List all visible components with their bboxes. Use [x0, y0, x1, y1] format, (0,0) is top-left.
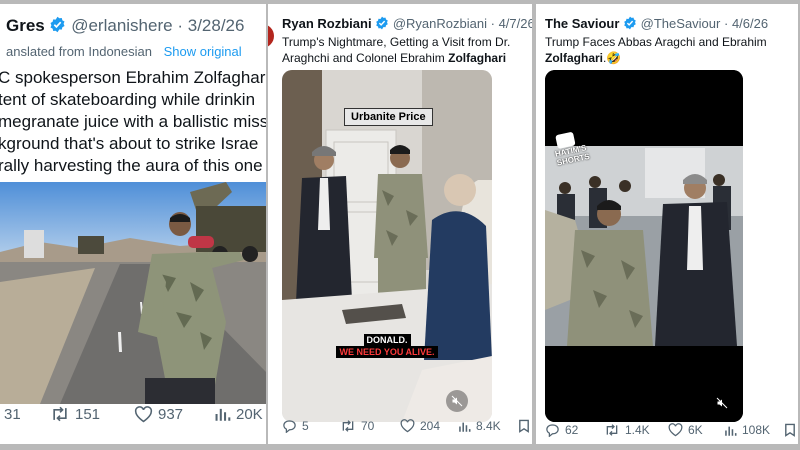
post-image-soldier-road[interactable] — [0, 182, 266, 404]
repost-icon — [342, 420, 354, 432]
author-handle[interactable]: @TheSaviour — [641, 16, 721, 31]
translation-note: anslated from Indonesian Show original — [6, 44, 242, 59]
post-text-line: Zolfaghari.🤣 — [545, 50, 767, 66]
post-text-bold: Zolfaghari — [545, 51, 604, 65]
sign-label: Urbanite Price — [344, 108, 433, 126]
separator-dot: · — [177, 16, 183, 35]
like-button[interactable]: 937 — [134, 406, 183, 423]
reply-icon — [283, 420, 296, 433]
reply-count: 31 — [4, 405, 21, 423]
post-card-ryan[interactable]: Ryan Rozbiani @RyanRozbiani · 4/7/26 Tru… — [268, 4, 532, 444]
author-name[interactable]: The Saviour — [545, 16, 619, 31]
like-count: 204 — [420, 419, 441, 433]
heart-icon — [668, 423, 683, 437]
repost-icon — [53, 406, 67, 422]
bookmark-button[interactable] — [784, 423, 796, 437]
reply-count: 5 — [302, 419, 309, 433]
post-header: Gres @erlanishere · 3/28/26 — [6, 16, 266, 38]
verified-badge-icon — [375, 16, 389, 33]
heart-icon — [400, 419, 415, 433]
views-button[interactable]: 108K — [724, 423, 770, 437]
post-text-segment: Araghchi and Colonel Ebrahim — [282, 51, 449, 65]
subtitle-line: DONALD. — [363, 334, 411, 346]
verified-badge-icon — [49, 16, 66, 38]
translated-label: anslated from Indonesian — [6, 44, 152, 59]
post-header: The Saviour @TheSaviour · 4/6/26 — [545, 16, 798, 33]
post-text-line: kground that's about to strike Israe — [0, 134, 259, 153]
bookmark-icon — [785, 423, 795, 437]
post-text: Trump's Nightmare, Getting a Visit from … — [282, 34, 510, 66]
verified-badge-icon — [623, 16, 637, 33]
post-video-bedroom[interactable]: Urbanite Price DONALD. WE NEED YOU ALIVE… — [282, 70, 492, 422]
post-text: Trump Faces Abbas Aragchi and Ebrahim Zo… — [545, 34, 767, 66]
post-date[interactable]: 4/6/26 — [732, 16, 768, 31]
post-text-line: Trump's Nightmare, Getting a Visit from … — [282, 35, 511, 49]
author-name[interactable]: Ryan Rozbiani — [282, 16, 372, 31]
like-count: 937 — [158, 405, 184, 423]
views-count: 108K — [742, 423, 771, 437]
screenshot-collage: Gres @erlanishere · 3/28/26 anslated fro… — [0, 0, 800, 450]
post-text-segment: .🤣 — [603, 51, 622, 65]
repost-button[interactable]: 70 — [340, 419, 374, 433]
post-text-line: Araghchi and Colonel Ebrahim Zolfaghari — [282, 50, 510, 66]
post-video-diplomats[interactable]: HATIM'S SHORTS — [545, 70, 743, 422]
subtitle-line: WE NEED YOU ALIVE. — [336, 346, 438, 358]
author-handle[interactable]: @RyanRozbiani — [393, 16, 487, 31]
repost-button[interactable]: 1.4K — [604, 423, 650, 437]
post-date[interactable]: 4/7/26 — [499, 16, 532, 31]
post-header: Ryan Rozbiani @RyanRozbiani · 4/7/26 — [282, 16, 532, 33]
post-text-line: Trump Faces Abbas Aragchi and Ebrahim — [545, 35, 767, 49]
views-button[interactable]: 8.4K — [458, 419, 501, 433]
repost-count: 151 — [75, 405, 101, 423]
views-count: 8.4K — [476, 419, 501, 433]
post-text-bold: Zolfaghari — [448, 51, 507, 65]
mute-icon[interactable] — [711, 392, 733, 414]
post-text-line: rally harvesting the aura of this one — [0, 156, 263, 175]
views-icon — [215, 408, 231, 421]
post-card-gres[interactable]: Gres @erlanishere · 3/28/26 anslated fro… — [0, 4, 266, 444]
views-count: 20K — [236, 405, 263, 423]
repost-icon — [606, 424, 618, 436]
show-original-link[interactable]: Show original — [164, 44, 242, 59]
post-text-line: C spokesperson Ebrahim Zolfaghar — [0, 68, 266, 87]
views-icon — [459, 422, 471, 432]
reply-button[interactable]: 31 — [4, 406, 21, 423]
heart-icon — [134, 405, 153, 422]
like-button[interactable]: 204 — [400, 419, 440, 433]
post-text-line: tent of skateboarding while drinkin — [0, 90, 256, 109]
avatar[interactable] — [268, 24, 274, 48]
like-button[interactable]: 6K — [668, 423, 703, 437]
views-icon — [725, 426, 737, 436]
author-name[interactable]: Gres — [6, 16, 45, 35]
author-handle[interactable]: @erlanishere — [71, 16, 172, 35]
bookmark-button[interactable] — [518, 419, 530, 433]
post-date[interactable]: 3/28/26 — [188, 16, 245, 35]
repost-count: 1.4K — [625, 423, 650, 437]
reply-icon — [546, 424, 559, 437]
reply-button[interactable]: 5 — [282, 419, 309, 433]
separator-dot: · — [490, 16, 495, 31]
repost-button[interactable]: 151 — [50, 405, 100, 423]
mute-icon[interactable] — [446, 390, 468, 412]
post-card-saviour[interactable]: The Saviour @TheSaviour · 4/6/26 Trump F… — [536, 4, 798, 444]
views-button[interactable]: 20K — [214, 406, 263, 423]
repost-count: 70 — [361, 419, 375, 433]
bookmark-icon — [519, 419, 529, 433]
reply-count: 62 — [565, 423, 579, 437]
reply-button[interactable]: 62 — [545, 423, 578, 437]
post-text-line: megranate juice with a ballistic miss — [0, 112, 266, 131]
separator-dot: · — [723, 16, 729, 31]
video-subtitle: DONALD. WE NEED YOU ALIVE. — [282, 334, 492, 358]
like-count: 6K — [688, 423, 703, 437]
